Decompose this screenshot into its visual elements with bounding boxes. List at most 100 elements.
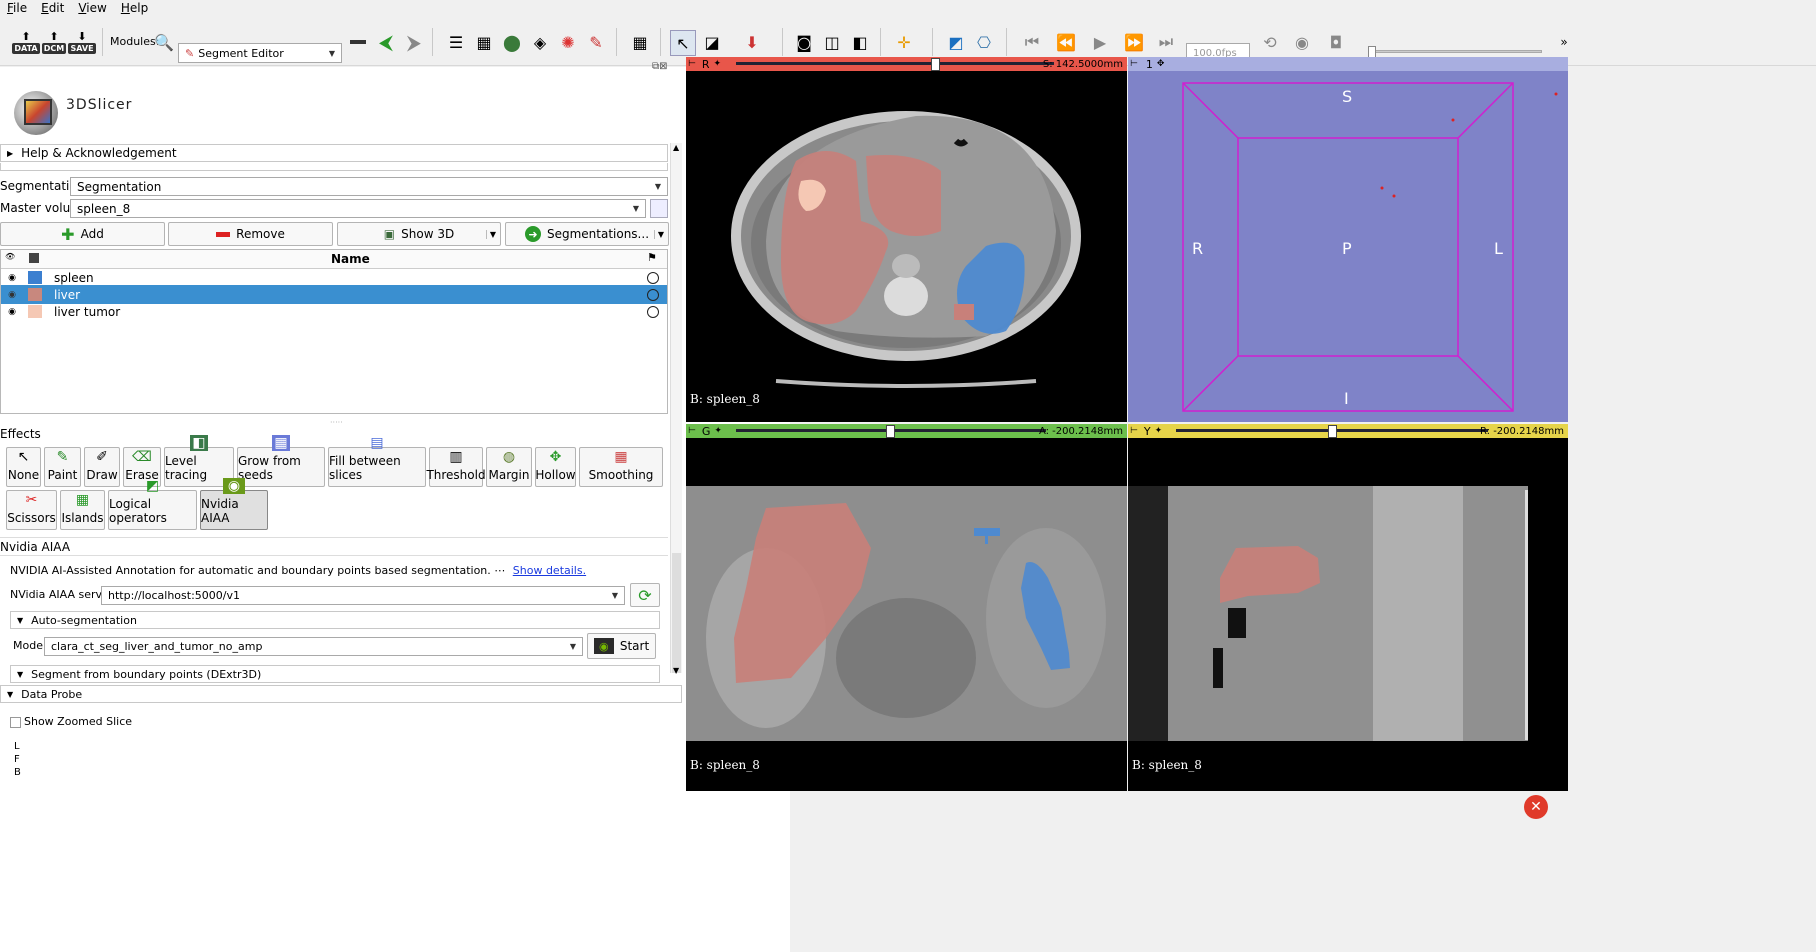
python-icon[interactable]: ⎔ <box>972 30 996 54</box>
auto-segmentation-header[interactable]: ▼ Auto-segmentation <box>10 611 660 629</box>
boundary-points-header[interactable]: ▼ Segment from boundary points (DExtr3D) <box>10 665 660 683</box>
red-slice-view[interactable]: ⊢ R ✦ S: 142.5000mm B: spleen_8 <box>686 57 1127 422</box>
camera-icon[interactable]: ◘ <box>1324 30 1348 54</box>
status-circle-icon[interactable] <box>647 271 659 284</box>
slider-handle[interactable] <box>1328 425 1337 438</box>
last-frame-icon[interactable]: ⏭ <box>1154 30 1178 54</box>
menu-edit[interactable]: Edit <box>34 1 71 15</box>
segment-editor-module-icon[interactable]: ✎ <box>584 30 608 54</box>
back-arrow-icon[interactable]: ⮜ <box>374 30 398 54</box>
geometry-icon[interactable] <box>650 199 668 218</box>
transforms-module-icon[interactable]: ◈ <box>528 30 552 54</box>
effect-fill-between-slices-button[interactable]: ▤ Fill between slices <box>328 435 426 487</box>
master-volume-selector[interactable]: spleen_8 ▼ <box>70 199 646 218</box>
effect-islands-button[interactable]: ▦ Islands <box>60 490 105 530</box>
server-url-field[interactable]: http://localhost:5000/v1 ▼ <box>101 586 625 605</box>
panel-scrollbar[interactable]: ▲ ▼ <box>670 143 682 675</box>
crosshair-icon[interactable]: ✛ <box>892 30 916 54</box>
start-button[interactable]: ◉ Start <box>587 633 656 659</box>
show-3d-button[interactable]: ▣ Show 3D ▼ <box>337 222 501 246</box>
link-icon[interactable]: ✦ <box>714 426 722 436</box>
scene-restore-icon[interactable]: ◧ <box>848 30 872 54</box>
layout-icon[interactable]: ▦ <box>628 30 652 54</box>
center-view-icon[interactable]: ✥ <box>1157 59 1165 69</box>
eye-icon[interactable]: ◉ <box>1 290 23 300</box>
axial-ct-image[interactable] <box>686 71 1127 422</box>
status-circle-icon[interactable] <box>647 305 659 318</box>
play-icon[interactable]: ▶ <box>1088 30 1112 54</box>
zoomed-slice-checkbox[interactable] <box>10 717 21 728</box>
save-button[interactable]: ⬇ SAVE <box>68 30 96 54</box>
scene-view-icon[interactable]: ◫ <box>820 30 844 54</box>
place-fiducial-icon[interactable]: ⬇ <box>740 30 764 54</box>
data-module-icon[interactable]: ☰ <box>444 30 468 54</box>
effect-nvidia-aiaa-button[interactable]: ◉ Nvidia AIAA <box>200 478 268 530</box>
effect-paint-button[interactable]: ✎ Paint <box>44 447 81 487</box>
effect-smoothing-button[interactable]: ▦ Smoothing <box>579 447 663 487</box>
pointer-icon[interactable]: ↖ <box>670 30 696 56</box>
flag-icon[interactable]: ⚑ <box>647 251 657 264</box>
refresh-button[interactable]: ⟳ <box>630 583 660 607</box>
toolbar-more-icon[interactable]: » <box>1552 30 1576 54</box>
segment-name[interactable]: liver <box>54 288 80 302</box>
segmentations-button[interactable]: ➜ Segmentations... ▼ <box>505 222 669 246</box>
first-frame-icon[interactable]: ⏮ <box>1020 30 1044 54</box>
record-icon[interactable]: ◉ <box>1290 30 1314 54</box>
table-row[interactable]: ◉ liver tumor <box>1 302 667 321</box>
visibility-header-icon[interactable]: 👁 <box>5 252 15 261</box>
data-probe-header[interactable]: ▼ Data Probe <box>0 685 682 703</box>
remove-segment-button[interactable]: Remove <box>168 222 333 246</box>
dicom-button[interactable]: ⬆ DCM <box>41 30 67 54</box>
show-details-link[interactable]: Show details. <box>513 564 586 577</box>
chevron-down-icon[interactable]: ▼ <box>485 229 496 239</box>
menu-help[interactable]: Help <box>114 1 155 15</box>
effect-scissors-button[interactable]: ✂ Scissors <box>6 490 57 530</box>
chevron-down-icon[interactable]: ▼ <box>653 229 664 239</box>
segmentation-selector[interactable]: Segmentation ▼ <box>70 177 668 196</box>
help-section-header[interactable]: ▶ Help & Acknowledgement <box>0 144 668 162</box>
effect-none-button[interactable]: ↖ None <box>6 447 41 487</box>
loop-icon[interactable]: ⟲ <box>1258 30 1282 54</box>
effect-grow-from-seeds-button[interactable]: ▦ Grow from seeds <box>237 435 325 487</box>
link-icon[interactable]: ✦ <box>1155 426 1163 436</box>
models-module-icon[interactable]: ⬤ <box>500 30 524 54</box>
coronal-ct-image[interactable] <box>686 438 1127 791</box>
effect-threshold-button[interactable]: ▥ Threshold <box>426 447 486 487</box>
screenshot-icon[interactable]: ◙ <box>792 30 816 54</box>
link-icon[interactable]: ✦ <box>714 59 722 69</box>
3d-view[interactable]: ⊢ 1 ✥ S R P L I <box>1128 57 1568 422</box>
menu-view[interactable]: View <box>71 1 113 15</box>
model-selector[interactable]: clara_ct_seg_liver_and_tumor_no_amp ▼ <box>44 637 583 656</box>
yellow-slice-view[interactable]: ⊢ Y ✦ R: -200.2148mm B: spleen_8 <box>1128 424 1568 791</box>
slice-offset-slider[interactable] <box>736 62 1054 65</box>
eye-icon[interactable]: ◉ <box>1 273 23 283</box>
sequence-slider[interactable] <box>1370 50 1542 53</box>
pin-icon[interactable]: ⊢ <box>1130 59 1138 69</box>
name-column-header[interactable]: Name <box>331 252 370 266</box>
markups-module-icon[interactable]: ✺ <box>556 30 580 54</box>
pin-icon[interactable]: ⊢ <box>688 426 696 436</box>
effect-margin-button[interactable]: ◍ Margin <box>486 447 532 487</box>
pin-icon[interactable]: ⊢ <box>688 59 696 69</box>
panel-undock-icon[interactable]: ⧉⊠ <box>652 61 668 72</box>
color-header-icon[interactable] <box>29 253 39 263</box>
module-selector[interactable]: ✎ Segment Editor ▼ <box>178 43 342 63</box>
effect-draw-button[interactable]: ✐ Draw <box>84 447 120 487</box>
eye-icon[interactable]: ◉ <box>1 307 23 317</box>
window-level-icon[interactable]: ◪ <box>700 30 724 54</box>
segment-color-swatch[interactable] <box>28 288 42 301</box>
add-segment-button[interactable]: ✚ Add <box>0 222 165 246</box>
extension-manager-icon[interactable]: ◩ <box>944 30 968 54</box>
splitter-handle[interactable]: ····· <box>330 418 343 427</box>
module-search-icon[interactable]: 🔍 <box>152 30 176 54</box>
status-circle-icon[interactable] <box>647 288 659 301</box>
volumes-module-icon[interactable]: ▦ <box>472 30 496 54</box>
slider-handle[interactable] <box>931 58 940 71</box>
scrollbar-thumb[interactable] <box>672 553 681 673</box>
forward-arrow-icon[interactable]: ⮞ <box>402 30 426 54</box>
effect-logical-operators-button[interactable]: ◩ Logical operators <box>108 478 197 530</box>
previous-frame-icon[interactable]: ⏪ <box>1054 30 1078 54</box>
next-frame-icon[interactable]: ⏩ <box>1122 30 1146 54</box>
green-slice-view[interactable]: ⊢ G ✦ A: -200.2148mm B: spleen_8 <box>686 424 1127 791</box>
load-data-button[interactable]: ⬆ DATA <box>12 30 40 54</box>
